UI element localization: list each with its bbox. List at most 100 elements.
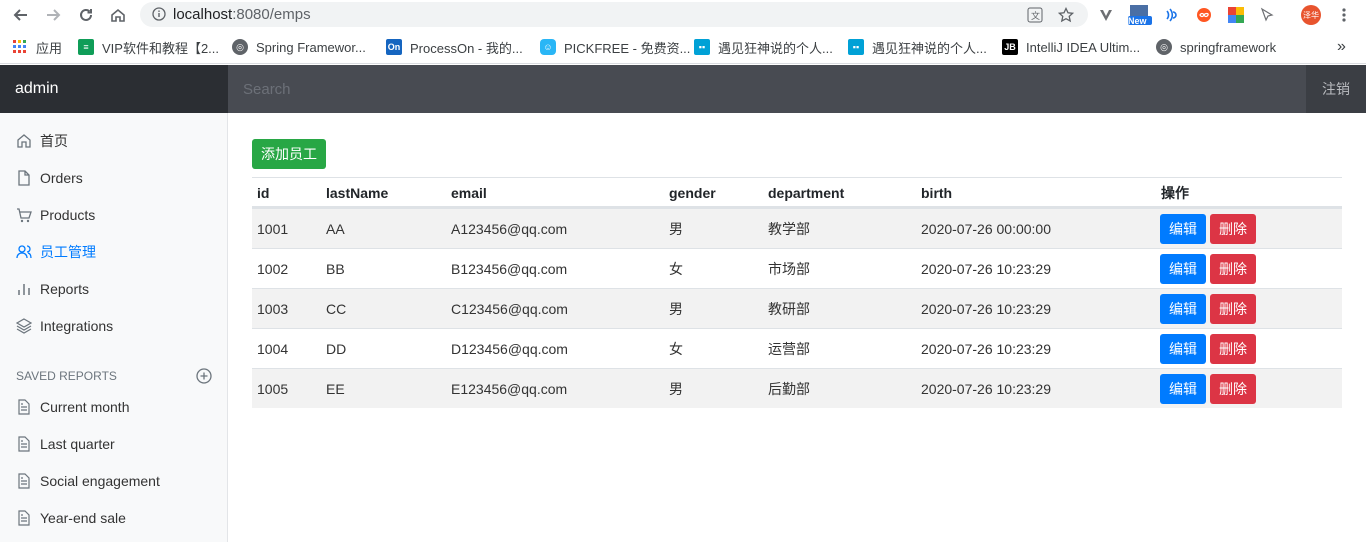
saved-report-current-month[interactable]: Current month — [0, 388, 227, 425]
saved-report-label: Social engagement — [40, 472, 160, 489]
bookmark-springframework[interactable]: ◎ springframework — [1156, 37, 1276, 57]
sidebar-item-reports[interactable]: Reports — [0, 270, 227, 307]
saved-report-year-end-sale[interactable]: Year-end sale — [0, 499, 227, 536]
cursor-extension-icon[interactable] — [1257, 5, 1277, 25]
column-header-lastname: lastName — [326, 185, 389, 201]
edit-button[interactable]: 编辑 — [1160, 214, 1206, 244]
cell-id: 1003 — [257, 300, 289, 317]
cell-gender: 女 — [669, 340, 683, 357]
sidebar-item-products[interactable]: Products — [0, 196, 227, 233]
cell-lastname: DD — [326, 340, 347, 357]
sidebar-item-integrations[interactable]: Integrations — [0, 307, 227, 344]
signout-link[interactable]: 注销 — [1306, 65, 1366, 113]
column-header-gender: gender — [669, 185, 716, 201]
delete-button[interactable]: 删除 — [1210, 374, 1256, 404]
star-icon[interactable] — [1056, 5, 1076, 25]
cell-birth: 2020-07-26 00:00:00 — [921, 220, 1051, 237]
cell-gender: 男 — [669, 300, 683, 317]
cell-department: 教学部 — [768, 220, 810, 237]
edit-button[interactable]: 编辑 — [1160, 374, 1206, 404]
bookmark-bilibili-2[interactable]: ▪▪ 遇见狂神说的个人... — [848, 37, 987, 57]
delete-button[interactable]: 删除 — [1210, 214, 1256, 244]
cell-email: B123456@qq.com — [451, 260, 568, 277]
cell-department: 教研部 — [768, 300, 810, 317]
saved-report-label: Year-end sale — [40, 509, 126, 526]
cell-email: A123456@qq.com — [451, 220, 568, 237]
v-extension-icon[interactable] — [1096, 5, 1116, 25]
bookmarks-bar: 应用 ≡ VIP软件和教程【2... ◎ Spring Framewor... … — [0, 30, 1366, 64]
cell-birth: 2020-07-26 10:23:29 — [921, 340, 1051, 357]
edit-button[interactable]: 编辑 — [1160, 334, 1206, 364]
cell-lastname: CC — [326, 300, 347, 317]
edit-button[interactable]: 编辑 — [1160, 254, 1206, 284]
bookmark-label: PICKFREE - 免费资... — [564, 40, 691, 56]
new-extension-icon[interactable]: New — [1127, 5, 1153, 26]
back-arrow-icon[interactable] — [10, 4, 32, 26]
bookmark-label: Spring Framewor... — [256, 39, 366, 55]
sidebar-item-label: Reports — [40, 280, 90, 297]
plus-circle-icon[interactable] — [196, 368, 212, 384]
bookmark-processon[interactable]: On ProcessOn - 我的... — [386, 37, 523, 57]
column-header-actions: 操作 — [1161, 185, 1189, 201]
bookmarks-overflow-button[interactable]: » — [1337, 37, 1346, 57]
bilibili-icon: ▪▪ — [848, 39, 864, 55]
saved-report-last-quarter[interactable]: Last quarter — [0, 425, 227, 462]
bookmark-label: 遇见狂神说的个人... — [872, 40, 987, 56]
translate-icon[interactable]: 文 — [1025, 5, 1045, 25]
kebab-menu-icon[interactable] — [1334, 5, 1354, 25]
globe-icon: ◎ — [1156, 39, 1172, 55]
bookmark-label: springframework — [1180, 39, 1277, 55]
browser-toolbar: localhost:8080/emps 文 New 泽华 — [0, 0, 1366, 30]
top-navbar: admin 注销 — [0, 65, 1366, 113]
new-badge: New — [1128, 16, 1147, 26]
file-text-icon — [18, 509, 30, 526]
reload-icon[interactable] — [75, 4, 97, 26]
profile-avatar[interactable]: 泽华 — [1301, 5, 1321, 25]
bookmark-label: IntelliJ IDEA Ultim... — [1026, 39, 1141, 55]
apps-icon — [12, 39, 28, 55]
cell-department: 运营部 — [768, 340, 810, 357]
cell-department: 市场部 — [768, 260, 810, 277]
delete-button[interactable]: 删除 — [1210, 254, 1256, 284]
bookmark-spring-framework[interactable]: ◎ Spring Framewor... — [232, 37, 366, 57]
sidebar-item-label: 首页 — [40, 132, 68, 149]
saved-report-label: Last quarter — [40, 435, 115, 452]
saved-report-social-engagement[interactable]: Social engagement — [0, 462, 227, 499]
wifi-extension-icon[interactable] — [1161, 5, 1181, 25]
cell-gender: 男 — [669, 220, 683, 237]
add-employee-button[interactable]: 添加员工 — [252, 139, 326, 169]
bookmark-label: 遇见狂神说的个人... — [718, 40, 833, 56]
overflow-chevron-icon: » — [1337, 38, 1346, 55]
sidebar-item-orders[interactable]: Orders — [0, 159, 227, 196]
delete-button[interactable]: 删除 — [1210, 334, 1256, 364]
cell-id: 1001 — [257, 220, 289, 237]
colorful-extension-icon[interactable] — [1226, 5, 1246, 25]
address-bar[interactable]: localhost:8080/emps 文 — [140, 2, 1088, 27]
layers-icon — [16, 317, 32, 334]
table-header: id lastName email gender department birt… — [252, 177, 1342, 208]
cell-lastname: EE — [326, 380, 345, 397]
table-row: 1003 CC C123456@qq.com 男 教研部 2020-07-26 … — [252, 288, 1342, 328]
bilibili-icon: ▪▪ — [694, 39, 710, 55]
vip-icon: ≡ — [78, 39, 94, 55]
forward-arrow-icon[interactable] — [42, 4, 64, 26]
infinity-extension-icon[interactable] — [1194, 5, 1214, 25]
saved-reports-title: SAVED REPORTS — [16, 369, 117, 383]
file-text-icon — [18, 398, 30, 415]
sidebar-item-home[interactable]: 首页 — [0, 122, 227, 159]
bookmark-bilibili-1[interactable]: ▪▪ 遇见狂神说的个人... — [694, 37, 833, 57]
sidebar-item-employees[interactable]: 员工管理 — [0, 233, 227, 270]
column-header-id: id — [257, 185, 270, 201]
bookmark-intellij[interactable]: JB IntelliJ IDEA Ultim... — [1002, 37, 1140, 57]
bookmark-vip[interactable]: ≡ VIP软件和教程【2... — [78, 37, 219, 57]
brand[interactable]: admin — [0, 65, 228, 113]
bookmark-pickfree[interactable]: ☺ PICKFREE - 免费资... — [540, 37, 690, 57]
delete-button[interactable]: 删除 — [1210, 294, 1256, 324]
edit-button[interactable]: 编辑 — [1160, 294, 1206, 324]
users-icon — [16, 244, 32, 258]
cell-department: 后勤部 — [768, 380, 810, 397]
pickfree-icon: ☺ — [540, 39, 556, 55]
search-input[interactable] — [228, 65, 1306, 113]
bookmark-apps[interactable]: 应用 — [12, 37, 62, 57]
home-browser-icon[interactable] — [107, 4, 129, 26]
